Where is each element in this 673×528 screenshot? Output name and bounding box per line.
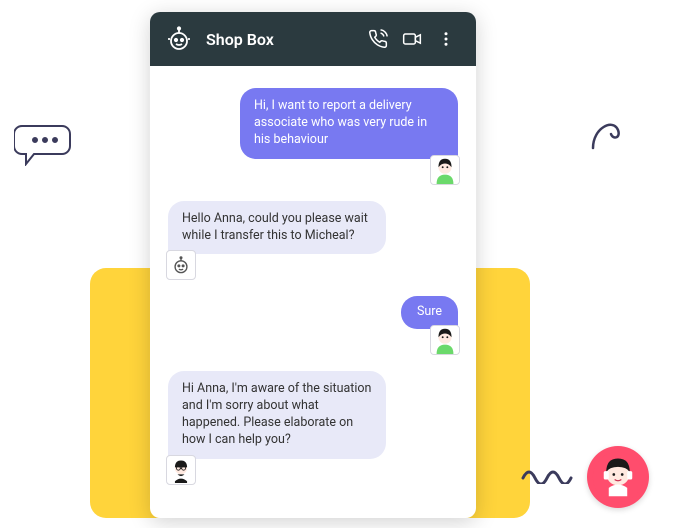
more-options-button[interactable] xyxy=(432,25,460,53)
video-call-button[interactable] xyxy=(398,25,426,53)
message-group: Hello Anna, could you please wait while … xyxy=(168,201,458,255)
person-avatar-icon xyxy=(431,326,459,354)
more-vertical-icon xyxy=(437,30,455,48)
bot-icon xyxy=(166,26,192,52)
bot-avatar-chip xyxy=(166,250,196,280)
bot-avatar-icon xyxy=(170,254,192,276)
person-avatar-icon xyxy=(431,156,459,184)
voice-call-button[interactable] xyxy=(364,25,392,53)
user-message-bubble: Hi, I want to report a delivery associat… xyxy=(240,88,458,159)
agent-message-bubble: Hi Anna, I'm aware of the situation and … xyxy=(168,371,386,459)
user-avatar-chip xyxy=(430,325,460,355)
chat-window: Shop Box Hi, I want to report a deliv xyxy=(150,12,476,518)
speech-bubble-icon xyxy=(14,122,76,166)
chat-body: Hi, I want to report a delivery associat… xyxy=(150,66,476,518)
agent-avatar-chip xyxy=(166,455,196,485)
squiggle-icon xyxy=(583,108,633,158)
message-group: Hi Anna, I'm aware of the situation and … xyxy=(168,371,458,459)
agent-avatar-icon xyxy=(592,451,644,503)
video-icon xyxy=(402,29,422,49)
message-group: Sure xyxy=(168,296,458,329)
user-avatar-chip xyxy=(430,155,460,185)
bot-message-bubble: Hello Anna, could you please wait while … xyxy=(168,201,386,255)
wavy-line-icon xyxy=(521,464,581,484)
chat-header: Shop Box xyxy=(150,12,476,66)
message-group: Hi, I want to report a delivery associat… xyxy=(168,88,458,159)
chat-title: Shop Box xyxy=(206,30,358,49)
agent-avatar-icon xyxy=(168,457,194,483)
phone-icon xyxy=(368,29,388,49)
agent-avatar-badge[interactable] xyxy=(587,446,649,508)
